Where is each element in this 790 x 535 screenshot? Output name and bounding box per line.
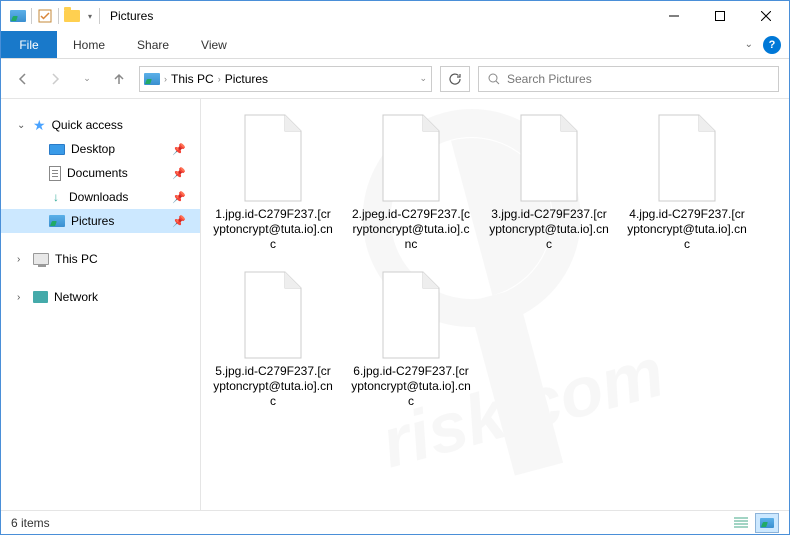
chevron-right-icon[interactable]: › [17,254,27,265]
statusbar: 6 items [1,510,789,534]
sidebar-item-desktop[interactable]: Desktop 📌 [1,137,200,161]
pin-icon: 📌 [172,191,186,204]
file-icon [237,113,309,203]
file-label: 4.jpg.id-C279F237.[cryptoncrypt@tuta.io]… [627,207,747,252]
pictures-icon [49,215,65,227]
sidebar-quick-access[interactable]: ⌄ ★ Quick access [1,113,200,137]
file-icon [651,113,723,203]
file-tab[interactable]: File [1,31,57,58]
pc-icon [33,253,49,265]
separator [31,8,32,24]
chevron-right-icon[interactable]: › [17,292,27,303]
file-item[interactable]: 1.jpg.id-C279F237.[cryptoncrypt@tuta.io]… [213,113,333,252]
quick-access-toolbar: ▾ [7,5,102,27]
file-label: 2.jpeg.id-C279F237.[cryptoncrypt@tuta.io… [351,207,471,252]
file-icon [513,113,585,203]
file-icon [375,270,447,360]
file-item[interactable]: 3.jpg.id-C279F237.[cryptoncrypt@tuta.io]… [489,113,609,252]
file-label: 3.jpg.id-C279F237.[cryptoncrypt@tuta.io]… [489,207,609,252]
chevron-right-icon[interactable]: › [164,74,167,84]
sidebar-label: Quick access [52,118,123,132]
qat-dropdown-icon[interactable]: ▾ [83,5,97,27]
file-item[interactable]: 6.jpg.id-C279F237.[cryptoncrypt@tuta.io]… [351,270,471,409]
file-item[interactable]: 4.jpg.id-C279F237.[cryptoncrypt@tuta.io]… [627,113,747,252]
pin-icon: 📌 [172,215,186,228]
properties-icon[interactable] [34,5,56,27]
star-icon: ★ [33,117,46,134]
sidebar-item-pictures[interactable]: Pictures 📌 [1,209,200,233]
minimize-button[interactable] [651,1,697,31]
chevron-down-icon[interactable]: ⌄ [17,120,27,131]
search-input[interactable]: Search Pictures [478,66,779,92]
details-view-button[interactable] [729,513,753,533]
chevron-right-icon[interactable]: › [218,74,221,84]
downloads-icon: ↓ [49,190,63,204]
app-icon [7,5,29,27]
document-icon [49,166,61,181]
breadcrumb-pictures[interactable]: Pictures [225,72,268,86]
ribbon: File Home Share View ⌄ ? [1,31,789,59]
pin-icon: 📌 [172,143,186,156]
titlebar: ▾ Pictures [1,1,789,31]
close-button[interactable] [743,1,789,31]
file-label: 1.jpg.id-C279F237.[cryptoncrypt@tuta.io]… [213,207,333,252]
sidebar: ⌄ ★ Quick access Desktop 📌 Documents 📌 ↓… [1,99,201,510]
tab-share[interactable]: Share [121,31,185,58]
maximize-button[interactable] [697,1,743,31]
recent-dropdown-icon[interactable]: ⌄ [75,67,99,91]
address-dropdown-icon[interactable]: ⌄ [419,73,427,84]
file-icon [237,270,309,360]
forward-button[interactable] [43,67,67,91]
tab-view[interactable]: View [185,31,243,58]
network-icon [33,291,48,303]
refresh-button[interactable] [440,66,470,92]
file-label: 5.jpg.id-C279F237.[cryptoncrypt@tuta.io]… [213,364,333,409]
sidebar-this-pc[interactable]: › This PC [1,247,200,271]
separator [58,8,59,24]
file-pane[interactable]: risk.com 1.jpg.id-C279F237.[cryptoncrypt… [201,99,789,510]
navbar: ⌄ › This PC › Pictures ⌄ Search Pictures [1,59,789,99]
sidebar-item-documents[interactable]: Documents 📌 [1,161,200,185]
address-bar[interactable]: › This PC › Pictures ⌄ [139,66,432,92]
folder-icon[interactable] [61,5,83,27]
ribbon-expand-icon[interactable]: ⌄ [745,39,753,50]
search-placeholder: Search Pictures [507,72,592,86]
up-button[interactable] [107,67,131,91]
back-button[interactable] [11,67,35,91]
icons-view-button[interactable] [755,513,779,533]
breadcrumb-thispc[interactable]: This PC [171,72,214,86]
file-icon [375,113,447,203]
pin-icon: 📌 [172,167,186,180]
file-item[interactable]: 5.jpg.id-C279F237.[cryptoncrypt@tuta.io]… [213,270,333,409]
location-icon [144,73,160,85]
tab-home[interactable]: Home [57,31,121,58]
sidebar-item-downloads[interactable]: ↓Downloads 📌 [1,185,200,209]
help-icon[interactable]: ? [763,36,781,54]
file-item[interactable]: 2.jpeg.id-C279F237.[cryptoncrypt@tuta.io… [351,113,471,252]
window-title: Pictures [110,9,153,23]
desktop-icon [49,144,65,155]
sidebar-network[interactable]: › Network [1,285,200,309]
status-count: 6 items [11,516,50,530]
separator [99,8,100,24]
file-label: 6.jpg.id-C279F237.[cryptoncrypt@tuta.io]… [351,364,471,409]
search-icon [487,72,501,86]
